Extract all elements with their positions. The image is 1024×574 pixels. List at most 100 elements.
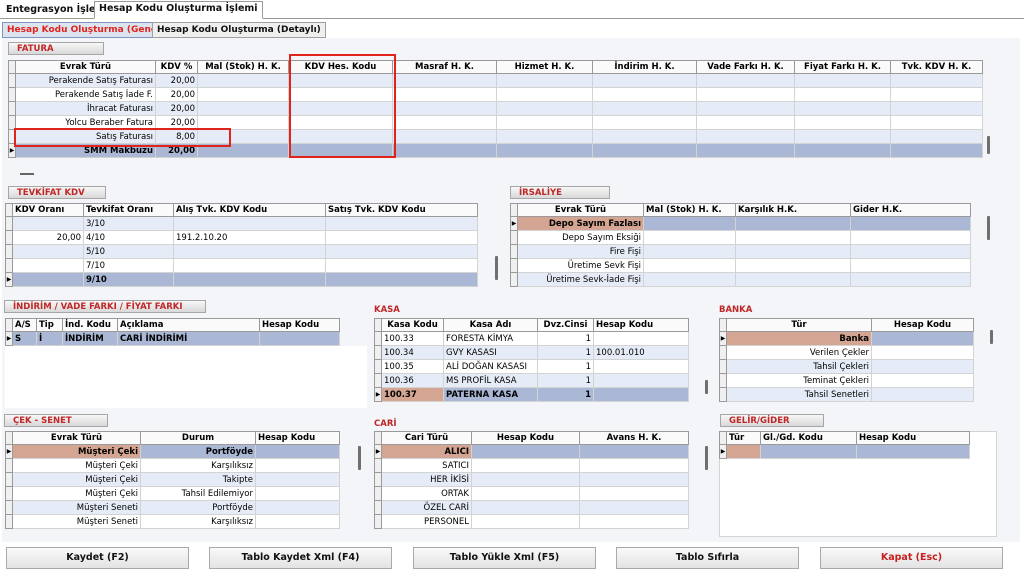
col-evrak-turu[interactable]: Evrak Türü [517,203,644,217]
table-row[interactable]: SATICI [374,458,689,473]
cek-senet-table: Evrak Türü Durum Hesap Kodu ▶ Müşteri Çek… [5,431,340,529]
tab-hesap-kodu-olusturma[interactable]: Hesap Kodu Oluşturma İşlemi [94,1,263,19]
col-durum[interactable]: Durum [140,431,256,445]
table-row-selected[interactable]: ▶ S İ İNDİRİM CARİ İNDİRİMİ [5,331,340,346]
col-hesap-kodu[interactable]: Hesap Kodu [259,318,340,332]
col-cari-turu[interactable]: Cari Türü [381,431,472,445]
col-evrak-turu[interactable]: Evrak Türü [12,431,141,445]
table-row-selected[interactable]: ▶ 9/10 [5,272,478,287]
table-row[interactable]: 100.36 MS PROFİL KASA 1 [374,373,689,388]
gelir-gider-section-title: GELİR/GİDER [720,414,824,427]
banka-table: Tür Hesap Kodu ▶ Banka Verilen Çekler Tah… [719,318,974,402]
indirim-table: A/S Tip İnd. Kodu Açıklama Hesap Kodu ▶ S… [5,318,340,346]
col-evrak-turu[interactable]: Evrak Türü [15,60,156,74]
table-row[interactable]: 100.33 FORESTA KİMYA 1 [374,331,689,346]
cek-senet-scrollbar[interactable] [358,446,361,470]
col-mal-hk[interactable]: Mal (Stok) H. K. [643,203,736,217]
table-row[interactable]: Depo Sayım Eksiği [510,230,971,245]
col-kdv-orani[interactable]: KDV Oranı [12,203,84,217]
col-dvz-cinsi[interactable]: Dvz.Cinsi [537,318,594,332]
col-masraf-hk[interactable]: Masraf H. K. [392,60,497,74]
tevkifat-scrollbar[interactable] [495,256,498,280]
table-row[interactable]: 20,00 4/10 191.2.10.20 [5,230,478,245]
col-hesap-kodu[interactable]: Hesap Kodu [871,318,974,332]
col-hesap-kodu[interactable]: Hesap Kodu [255,431,340,445]
table-row-selected[interactable]: ▶ Banka [719,331,974,346]
col-ind-kodu[interactable]: İnd. Kodu [62,318,118,332]
kasa-section-title: KASA [374,305,400,315]
table-row[interactable]: 7/10 [5,258,478,273]
close-button[interactable]: Kapat (Esc) [820,547,1003,569]
table-row-selected[interactable]: ▶ ALICI [374,444,689,459]
col-kasa-adi[interactable]: Kasa Adı [443,318,538,332]
col-hesap-kodu[interactable]: Hesap Kodu [471,431,580,445]
col-tip[interactable]: Tip [36,318,63,332]
subtab-detayli[interactable]: Hesap Kodu Oluşturma (Detaylı) [152,22,326,38]
table-row[interactable]: 5/10 [5,244,478,259]
col-indirim-hk[interactable]: İndirim H. K. [592,60,697,74]
banka-scrollbar[interactable] [990,330,993,344]
col-hesap-kodu[interactable]: Hesap Kodu [593,318,689,332]
row-pointer-icon: ▶ [5,331,13,346]
fatura-scrollbar[interactable] [987,136,990,154]
col-alis-tvk-kdv[interactable]: Alış Tvk. KDV Kodu [173,203,326,217]
col-hesap-kodu[interactable]: Hesap Kodu [856,431,970,445]
table-row[interactable]: 100.35 ALİ DOĞAN KASASI 1 [374,359,689,374]
table-row[interactable]: Fire Fişi [510,244,971,259]
table-row-selected[interactable]: ▶ Müşteri Çeki Portföyde [5,444,340,459]
col-kasa-kodu[interactable]: Kasa Kodu [381,318,444,332]
table-row[interactable]: Teminat Çekleri [719,373,974,388]
table-row[interactable]: Üretime Sevk Fişi [510,258,971,273]
col-hizmet-hk[interactable]: Hizmet H. K. [496,60,593,74]
col-fiyat-farki-hk[interactable]: Fiyat Farkı H. K. [794,60,891,74]
col-vade-farki-hk[interactable]: Vade Farkı H. K. [696,60,795,74]
kasa-table: Kasa Kodu Kasa Adı Dvz.Cinsi Hesap Kodu … [374,318,689,402]
table-row[interactable]: Müşteri Seneti Karşılıksız [5,514,340,529]
col-satis-tvk-kdv[interactable]: Satış Tvk. KDV Kodu [325,203,478,217]
table-row[interactable]: PERSONEL [374,514,689,529]
save-button[interactable]: Kaydet (F2) [6,547,189,569]
col-as[interactable]: A/S [12,318,37,332]
col-tvk-kdv-hk[interactable]: Tvk. KDV H. K. [890,60,983,74]
save-xml-button[interactable]: Tablo Kaydet Xml (F4) [209,547,392,569]
col-tevkifat-orani[interactable]: Tevkifat Oranı [83,203,174,217]
table-row[interactable]: Perakende Satış Faturası 20,00 [8,73,983,88]
table-row[interactable]: Müşteri Çeki Karşılıksız [5,458,340,473]
table-row[interactable]: ÖZEL CARİ [374,500,689,515]
table-row[interactable]: Perakende Satış İade F. 20,00 [8,87,983,102]
col-kdv-percent[interactable]: KDV % [155,60,198,74]
col-tur[interactable]: Tür [726,431,761,445]
col-aciklama[interactable]: Açıklama [117,318,260,332]
table-row[interactable]: Verilen Çekler [719,345,974,360]
row-pointer-icon: ▶ [374,444,382,459]
table-row[interactable]: HER İKİSİ [374,472,689,487]
kasa-scrollbar[interactable] [705,380,708,394]
table-row[interactable]: 100.34 GVY KASASI 1 100.01.010 [374,345,689,360]
row-pointer-icon: ▶ [719,444,727,459]
table-row[interactable]: 3/10 [5,216,478,231]
col-mal-hk[interactable]: Mal (Stok) H. K. [197,60,289,74]
table-row[interactable]: Tahsil Çekleri [719,359,974,374]
subtab-genel[interactable]: Hesap Kodu Oluşturma (Genel) [2,22,170,38]
col-gl-gd-kodu[interactable]: Gl./Gd. Kodu [760,431,857,445]
cek-senet-section-title: ÇEK - SENET [4,414,108,427]
irsaliye-scrollbar[interactable] [987,216,990,240]
col-tur[interactable]: Tür [726,318,872,332]
table-row[interactable]: İhracat Faturası 20,00 [8,101,983,116]
table-row[interactable]: Müşteri Çeki Tahsil Edilemiyor [5,486,340,501]
table-row[interactable]: ORTAK [374,486,689,501]
table-row[interactable]: Müşteri Çeki Takipte [5,472,340,487]
table-row-selected[interactable]: ▶ Depo Sayım Fazlası [510,216,971,231]
table-row[interactable]: Tahsil Senetleri [719,387,974,402]
table-row-selected[interactable]: ▶ [719,444,970,459]
fatura-hscroll-thumb[interactable] [20,173,34,175]
table-row[interactable]: Üretime Sevk-İade Fişi [510,272,971,287]
col-karsilik-hk[interactable]: Karşılık H.K. [735,203,851,217]
table-row-selected[interactable]: ▶ 100.37 PATERNA KASA 1 [374,387,689,402]
reset-table-button[interactable]: Tablo Sıfırla [616,547,799,569]
col-avans-hk[interactable]: Avans H. K. [579,431,689,445]
cari-scrollbar[interactable] [705,446,708,470]
col-gider-hk[interactable]: Gider H.K. [850,203,971,217]
table-row[interactable]: Müşteri Seneti Portföyde [5,500,340,515]
load-xml-button[interactable]: Tablo Yükle Xml (F5) [413,547,596,569]
